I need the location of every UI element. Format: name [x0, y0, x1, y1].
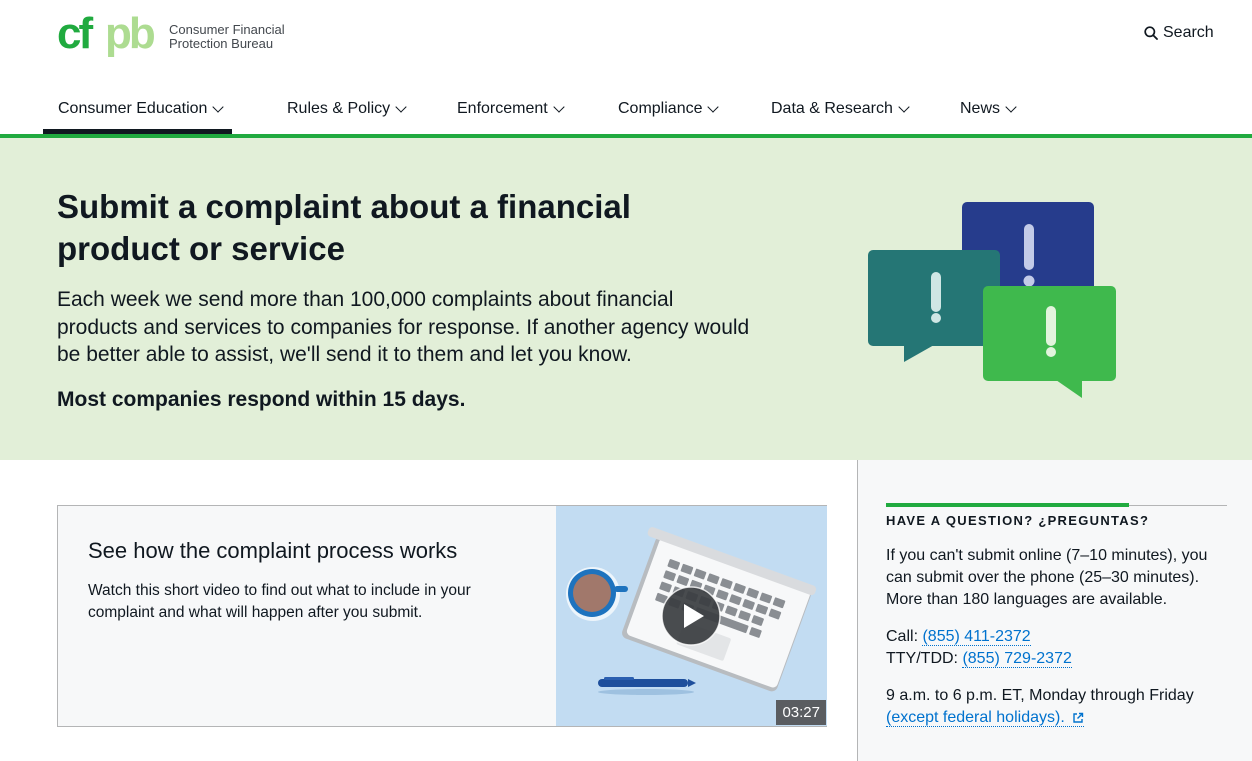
svg-text:pb: pb: [105, 12, 155, 58]
chevron-down-icon: [553, 101, 565, 113]
search-button[interactable]: Search: [1144, 24, 1214, 42]
nav-news[interactable]: News: [960, 96, 1017, 134]
hero-banner: Submit a complaint about a financial pro…: [0, 138, 1252, 460]
speech-bubbles-exclamation-icon: [868, 202, 1116, 398]
tty-line: TTY/TDD: (855) 729-2372: [886, 648, 1072, 670]
nav-label: Rules & Policy: [287, 100, 391, 117]
video-title: See how the complaint process works: [88, 538, 458, 563]
nav-compliance[interactable]: Compliance: [618, 96, 720, 134]
tty-phone-link[interactable]: (855) 729-2372: [962, 650, 1072, 668]
sidebar-heading: HAVE A QUESTION? ¿PREGUNTAS?: [886, 513, 1150, 528]
page-title: Submit a complaint about a financial pro…: [57, 188, 631, 267]
nav-rules-policy[interactable]: Rules & Policy: [287, 96, 407, 134]
hero-lead: Each week we send more than 100,000 comp…: [57, 288, 750, 366]
tty-label: TTY/TDD:: [886, 650, 958, 667]
hero-emphasis: Most companies respond within 15 days.: [57, 388, 466, 411]
sidebar-green-accent: [886, 503, 1129, 507]
external-link-icon: [1073, 712, 1084, 723]
cfpb-logo-mark: cf pb: [57, 12, 158, 58]
nav-label: Compliance: [618, 100, 703, 117]
sidebar-body: If you can't submit online (7–10 minutes…: [886, 547, 1208, 608]
chevron-down-icon: [212, 101, 225, 113]
nav-label: Data & Research: [771, 100, 893, 117]
hours-text: 9 a.m. to 6 p.m. ET, Monday through Frid…: [886, 687, 1194, 704]
logo-line-1: Consumer Financial: [169, 22, 285, 37]
nav-label: Enforcement: [457, 100, 548, 117]
federal-holidays-link[interactable]: (except federal holidays).: [886, 709, 1085, 727]
call-line: Call: (855) 411-2372: [886, 626, 1031, 648]
cfpb-logo[interactable]: cf pb Consumer Financial Protection Bure…: [57, 12, 285, 62]
chevron-down-icon: [707, 101, 720, 113]
video-card: See how the complaint process works Watc…: [57, 505, 827, 727]
column-divider: [857, 460, 858, 761]
federal-holidays-label: (except federal holidays).: [886, 709, 1065, 726]
play-icon[interactable]: [661, 586, 721, 646]
nav-consumer-education[interactable]: Consumer Education: [43, 96, 232, 134]
video-description: Watch this short video to find out what …: [88, 582, 471, 621]
nav-data-research[interactable]: Data & Research: [771, 96, 910, 134]
search-label: Search: [1163, 24, 1214, 41]
nav-enforcement[interactable]: Enforcement: [457, 96, 565, 134]
logo-line-2: Protection Bureau: [169, 36, 274, 51]
call-label: Call:: [886, 628, 919, 645]
search-icon: [1144, 26, 1158, 40]
video-duration: 03:27: [776, 700, 826, 725]
site-header: cf pb Consumer Financial Protection Bure…: [0, 0, 1252, 138]
chevron-down-icon: [898, 101, 910, 113]
video-thumbnail[interactable]: 03:27: [556, 506, 827, 726]
logo-wordmark: Consumer Financial Protection Bureau: [169, 23, 285, 51]
svg-text:cf: cf: [57, 12, 93, 58]
chevron-down-icon: [395, 101, 407, 113]
chevron-down-icon: [1005, 101, 1017, 113]
nav-label: Consumer Education: [58, 100, 208, 117]
nav-label: News: [960, 100, 1001, 117]
holidays-line: (except federal holidays).: [886, 707, 1085, 729]
call-phone-link[interactable]: (855) 411-2372: [922, 628, 1031, 646]
